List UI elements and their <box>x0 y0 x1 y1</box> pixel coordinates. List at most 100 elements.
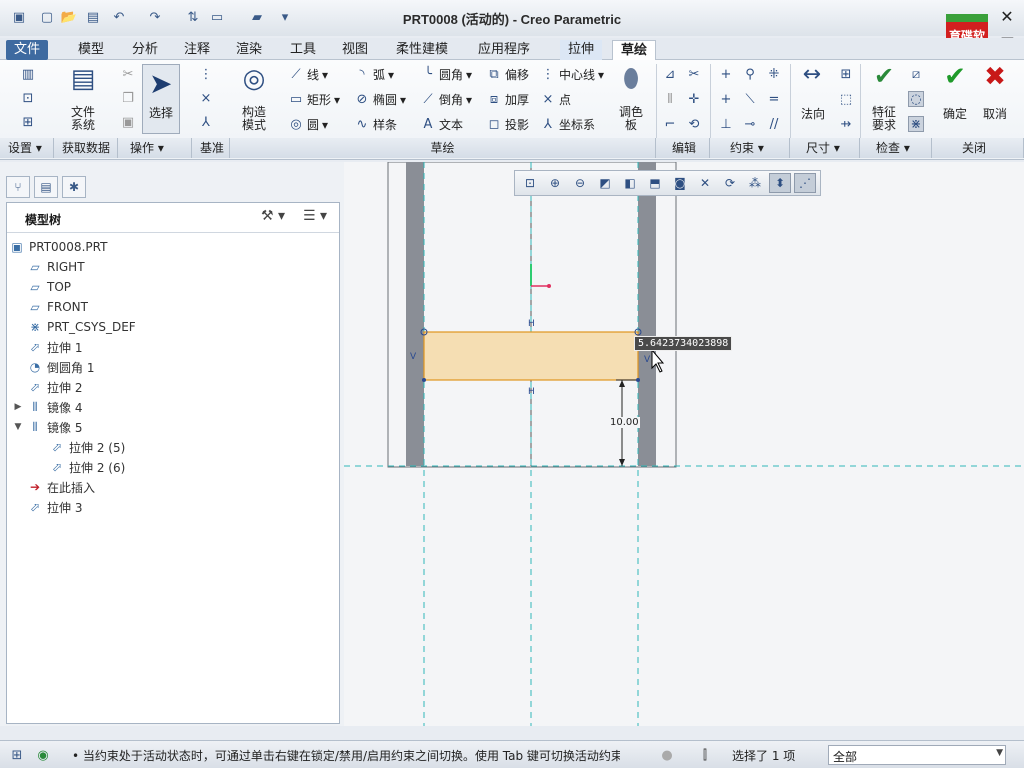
saved-orientations-icon[interactable]: ⬒ <box>644 173 666 193</box>
group-setup[interactable]: 设置 ▾ <box>0 138 54 158</box>
paste-icon[interactable]: ▣ <box>120 114 136 130</box>
ok-icon[interactable]: ✔ <box>940 62 970 92</box>
copy-icon[interactable]: ❐ <box>120 90 136 106</box>
highlight-open-ends-icon[interactable]: ◌ <box>908 91 924 107</box>
csys-tool[interactable]: ⅄ 坐标系 <box>540 116 595 133</box>
normal-dimension-icon[interactable]: ↔ <box>796 62 828 87</box>
tree-item[interactable]: ▱ TOP <box>27 277 71 297</box>
vertex-marker[interactable] <box>636 378 640 382</box>
tree-item[interactable]: ▼ ⫴ 镜像 5 <box>13 417 83 437</box>
tree-item[interactable]: ▣ PRT0008.PRT <box>9 237 107 257</box>
tab-file[interactable]: 文件 <box>6 40 49 60</box>
tab-sketch[interactable]: 草绘 <box>612 40 657 60</box>
show-navigator-icon[interactable]: ⊞ <box>8 746 26 764</box>
construction-mode-icon[interactable]: ◎ <box>238 64 270 94</box>
close-button[interactable]: ✕ <box>996 6 1018 28</box>
graphics-window[interactable]: H H V V ⊡ ⊕ ⊖ ◩ ◧ ⬒ ◙ ✕ ⟳ ⁂ ⬍ ⋰ 5.642373… <box>344 162 1024 726</box>
shade-closed-loops-icon[interactable]: ⋇ <box>908 116 924 132</box>
expand-icon[interactable]: ▶ <box>13 402 23 412</box>
file-system-icon[interactable]: ▤ <box>66 64 100 94</box>
tab-applications[interactable]: 应用程序 <box>470 40 538 60</box>
tab-analysis[interactable]: 分析 <box>124 40 166 60</box>
rectangle-tool[interactable]: ▭ 矩形 ▾ <box>288 91 340 108</box>
parallel-constraint-icon[interactable]: // <box>766 116 782 132</box>
ellipse-tool[interactable]: ⊘ 椭圆 ▾ <box>354 91 407 108</box>
smart-select-icon[interactable]: ⫿ <box>696 746 714 764</box>
refit-icon[interactable]: ⊡ <box>519 173 541 193</box>
construction-mode-label[interactable]: 构造 模式 <box>232 106 276 132</box>
sketcher-display-icon[interactable]: ⋰ <box>794 173 816 193</box>
centerline-tool[interactable]: ⋮ 中心线 ▾ <box>540 66 605 83</box>
mirror-icon[interactable]: ⫴ <box>662 91 678 107</box>
annotation-display-icon[interactable]: ⁂ <box>744 173 766 193</box>
horizontal-constraint-icon[interactable]: + <box>718 91 734 107</box>
coincident-constraint-icon[interactable]: ⊸ <box>742 116 758 132</box>
symmetric-constraint-icon[interactable]: ⁜ <box>766 66 782 82</box>
vertical-constraint-icon[interactable]: + <box>718 66 734 82</box>
tab-view[interactable]: 视图 <box>334 40 376 60</box>
zoom-out-icon[interactable]: ⊖ <box>569 173 591 193</box>
selection-filter-dropdown[interactable]: 全部 ▼ <box>828 745 1006 765</box>
display-style-icon[interactable]: ◧ <box>619 173 641 193</box>
perimeter-icon[interactable]: ⊞ <box>838 66 854 82</box>
delete-segment-icon[interactable]: ✂ <box>686 66 702 82</box>
favorites-tab-icon[interactable]: ✱ <box>62 176 86 198</box>
feature-requirements-icon[interactable]: ✔ <box>866 62 902 90</box>
model-tree-tab-icon[interactable]: ⑂ <box>6 176 30 198</box>
fillet-tool[interactable]: ╰ 圆角 ▾ <box>420 66 472 83</box>
zoom-in-icon[interactable]: ⊕ <box>544 173 566 193</box>
sketch-view-toggle-icon[interactable]: ⬍ <box>769 173 791 193</box>
tree-item[interactable]: ▶ ⫴ 镜像 4 <box>13 397 83 417</box>
tree-item[interactable]: ⬀ 拉伸 2 (5) <box>49 437 125 457</box>
group-dimension[interactable]: 尺寸 ▾ <box>790 138 860 158</box>
cut-icon[interactable]: ✂ <box>120 66 136 82</box>
dimension-value[interactable]: 10.00 <box>609 417 640 428</box>
tab-extrude[interactable]: 拉伸 <box>560 40 603 60</box>
datum-display-icon[interactable]: ✕ <box>694 173 716 193</box>
tree-settings-icon[interactable]: ⚒ ▾ <box>261 208 285 224</box>
palette-icon[interactable]: ⬮ <box>614 64 648 95</box>
view-manager-icon[interactable]: ◙ <box>669 173 691 193</box>
references-icon[interactable]: ⊞ <box>20 114 36 130</box>
tree-show-icon[interactable]: ☰ ▾ <box>303 208 327 224</box>
tree-item[interactable]: ⋇ PRT_CSYS_DEF <box>27 317 136 337</box>
sketch-canvas[interactable]: H H V V <box>344 162 1024 726</box>
chamfer-tool[interactable]: ⟋ 倒角 ▾ <box>420 91 472 108</box>
datum-centerline-icon[interactable]: ⋮ <box>198 66 214 82</box>
repaint-icon[interactable]: ◩ <box>594 173 616 193</box>
cancel-button[interactable]: 取消 <box>978 108 1012 121</box>
rotate-resize-icon[interactable]: ⟲ <box>686 116 702 132</box>
select-button[interactable]: ➤ 选择 <box>142 64 180 134</box>
browser-icon[interactable]: ◉ <box>34 746 52 764</box>
modify-icon[interactable]: ⊿ <box>662 66 678 82</box>
sketch-view-icon[interactable]: ⊡ <box>20 90 36 106</box>
text-tool[interactable]: A 文本 <box>420 116 463 133</box>
tab-tools[interactable]: 工具 <box>282 40 324 60</box>
equal-constraint-icon[interactable]: = <box>766 91 782 107</box>
tab-render[interactable]: 渲染 <box>228 40 270 60</box>
tree-item[interactable]: ◔ 倒圆角 1 <box>27 357 95 377</box>
selection-count[interactable]: 选择了 1 项 <box>732 747 795 764</box>
midpoint-constraint-icon[interactable]: ⟍ <box>742 91 758 107</box>
feature-requirements-label[interactable]: 特征 要求 <box>864 106 904 132</box>
collapse-icon[interactable]: ▼ <box>13 422 23 432</box>
spin-center-icon[interactable]: ⟳ <box>719 173 741 193</box>
baseline-icon[interactable]: ⇸ <box>838 116 854 132</box>
project-tool[interactable]: ◻ 投影 <box>486 116 529 133</box>
group-operations[interactable]: 操作 ▾ <box>118 138 192 158</box>
folder-browser-tab-icon[interactable]: ▤ <box>34 176 58 198</box>
tree-item[interactable]: ▱ RIGHT <box>27 257 84 277</box>
thicken-tool[interactable]: ⧈ 加厚 <box>486 91 529 108</box>
sketch-rectangle[interactable] <box>423 331 639 381</box>
reference-dimension-icon[interactable]: ⬚ <box>838 91 854 107</box>
tab-model[interactable]: 模型 <box>70 40 112 60</box>
overlapping-geometry-icon[interactable]: ⧄ <box>908 66 924 82</box>
datum-point-icon[interactable]: × <box>198 90 214 106</box>
group-constrain[interactable]: 约束 ▾ <box>710 138 790 158</box>
line-tool[interactable]: ⟋ 线 ▾ <box>288 66 328 83</box>
file-system-label[interactable]: 文件 系统 <box>60 106 106 132</box>
tab-annotate[interactable]: 注释 <box>176 40 218 60</box>
corner-icon[interactable]: ⌐ <box>662 116 678 132</box>
group-inspect[interactable]: 检查 ▾ <box>860 138 932 158</box>
sketch-setup-icon[interactable]: ▥ <box>20 66 36 82</box>
